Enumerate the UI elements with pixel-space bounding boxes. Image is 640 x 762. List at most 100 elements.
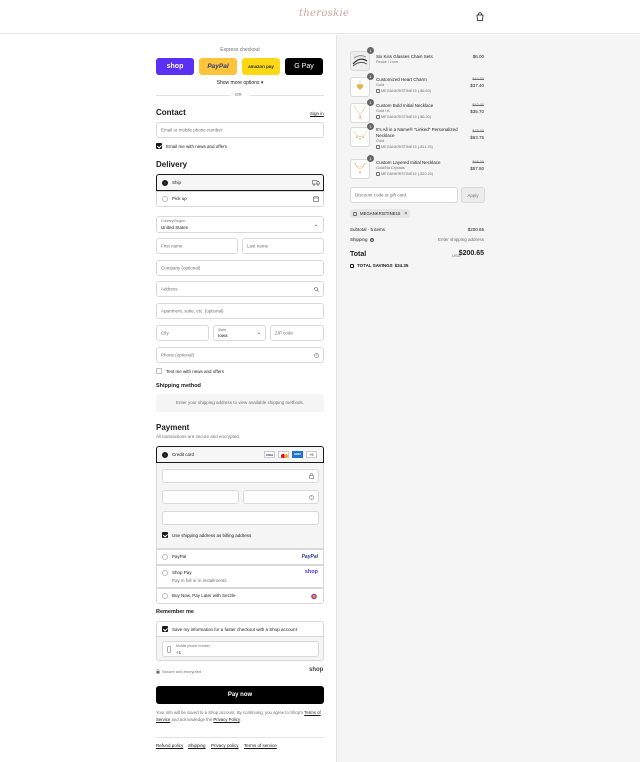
paypal-logo: PayPal — [301, 554, 318, 560]
sezzle-option[interactable]: Buy Now, Pay Later with Sezzle — [156, 588, 324, 604]
apply-button[interactable]: Apply — [461, 187, 485, 203]
discount-code-field[interactable]: Discount code or gift card — [350, 187, 458, 203]
text-news-label: Text me with news and offers — [166, 369, 224, 374]
product-thumbnail — [350, 77, 370, 97]
pickup-option[interactable]: Pick up — [156, 191, 324, 207]
svg-text:?: ? — [311, 496, 313, 500]
card-number-field[interactable] — [162, 469, 319, 483]
first-name-field[interactable]: First name — [156, 238, 238, 254]
save-info-option[interactable]: Save my information for a faster checkou… — [156, 621, 324, 637]
item-price: $35.70 — [470, 109, 484, 114]
delivery-title: Delivery — [156, 160, 188, 169]
tag-icon — [376, 145, 380, 149]
shipping-notice-text: Enter your shipping address to view avai… — [175, 400, 305, 405]
text-news-checkbox[interactable] — [156, 368, 162, 374]
credit-card-option[interactable]: Credit card VISA AMEX +5 — [156, 446, 324, 463]
first-name-placeholder: First name — [161, 243, 183, 249]
name-on-card-field[interactable] — [162, 511, 319, 525]
item-discount-text: MEGANKRISTINE15 (-$11.25) — [381, 145, 433, 149]
footer-link-terms[interactable]: Terms of service — [244, 743, 277, 748]
shop-pay-radio[interactable] — [162, 570, 168, 576]
show-more-options[interactable]: Show more options ▾ — [156, 80, 324, 86]
shipping-method-notice: Enter your shipping address to view avai… — [156, 394, 324, 412]
amazon-pay-button[interactable]: amazon pay — [242, 58, 280, 75]
item-price: $63.75 — [470, 135, 484, 140]
product-thumbnail — [350, 127, 370, 147]
ship-radio[interactable] — [162, 180, 168, 186]
expiration-field[interactable] — [162, 490, 239, 504]
shop-pay-button[interactable]: shop — [156, 58, 194, 75]
sign-in-link[interactable]: Sign in — [310, 111, 324, 116]
shop-pay-option[interactable]: Shop Pay Pay in full or in installments … — [156, 565, 324, 588]
country-select[interactable]: Country/Region United States ⌄ — [156, 216, 324, 233]
pay-now-button[interactable]: Pay now — [156, 686, 324, 704]
tag-icon — [350, 263, 354, 268]
shop-pay-label: Shop Pay — [172, 570, 192, 575]
product-thumbnail — [350, 51, 370, 71]
billing-same-checkbox[interactable] — [162, 532, 168, 538]
credit-card-radio[interactable] — [162, 452, 168, 458]
mobile-phone-field[interactable]: Mobile phone number +1 — [162, 641, 319, 657]
chevron-down-icon: ⌄ — [256, 330, 261, 336]
help-icon[interactable]: ? — [314, 353, 319, 358]
city-field[interactable]: City — [156, 325, 209, 341]
close-icon[interactable]: × — [404, 211, 407, 217]
sezzle-icon — [311, 593, 317, 600]
security-code-field[interactable]: ? — [243, 490, 319, 504]
checkout-form: Express checkout shop PayPal amazon pay … — [0, 35, 336, 762]
item-discount-text: MEGANKRISTINE15 (-$10.20) — [381, 172, 434, 176]
quantity-badge: 1 — [367, 47, 374, 54]
item-name: Six Kiss Glasses Chain Sets — [376, 54, 433, 59]
ship-label: Ship — [172, 180, 182, 185]
subtotal-value: $200.65 — [467, 227, 484, 232]
item-variant: Gold — [376, 139, 385, 143]
glasses-chain-image — [352, 55, 368, 67]
shipping-method-title: Shipping method — [156, 383, 201, 389]
tag-icon — [353, 211, 357, 216]
email-field[interactable]: Email or mobile phone number — [156, 122, 324, 138]
paypal-radio[interactable] — [162, 554, 168, 560]
help-icon[interactable]: ? — [309, 495, 314, 500]
footer-divider — [156, 737, 324, 738]
state-value: Iowa — [218, 333, 228, 338]
zip-field[interactable]: ZIP code — [270, 325, 324, 341]
item-discount-text: MEGANKRISTINE15 (-$6.30) — [381, 115, 432, 119]
lock-icon — [156, 669, 160, 674]
item-name: It's All in a Name® "Linked" Personalize… — [376, 127, 458, 138]
email-news-checkbox[interactable] — [156, 143, 162, 149]
footer-link-shipping[interactable]: Shipping — [188, 743, 206, 748]
savings-value: $34.35 — [394, 263, 409, 268]
company-field[interactable]: Company (optional) — [156, 260, 324, 276]
shipping-value: Enter shipping address — [437, 237, 484, 242]
footer-link-refund[interactable]: Refund policy — [156, 743, 183, 748]
phone-field[interactable]: Phone (optional) ? — [156, 347, 324, 363]
header: theroskie — [0, 0, 640, 34]
tag-icon — [376, 89, 380, 93]
store-logo[interactable]: theroskie — [299, 8, 349, 19]
last-name-field[interactable]: Last name — [242, 238, 324, 254]
paypal-label: PayPal — [172, 554, 187, 559]
pickup-radio[interactable] — [162, 196, 168, 202]
legal-text-3: . — [239, 716, 241, 722]
legal-text-2: and acknowledge the — [171, 716, 213, 722]
payment-subtitle: All transactions are secure and encrypte… — [156, 434, 241, 439]
google-pay-button[interactable]: G Pay — [285, 58, 323, 75]
privacy-link[interactable]: Privacy Policy — [213, 717, 239, 722]
pickup-label: Pick up — [172, 196, 187, 201]
apartment-field[interactable]: Apartment, suite, etc. (optional) — [156, 303, 324, 319]
help-icon[interactable]: ? — [369, 238, 374, 242]
country-value: United States — [161, 225, 189, 230]
ship-option[interactable]: Ship — [156, 174, 324, 191]
billing-same-label: Use shipping address as billing address — [172, 533, 252, 538]
state-select[interactable]: State Iowa ⌄ — [213, 325, 266, 341]
shopping-bag-icon[interactable] — [476, 12, 484, 21]
paypal-button[interactable]: PayPal — [199, 58, 237, 75]
item-price: $57.80 — [470, 166, 484, 171]
paypal-option[interactable]: PayPal PayPal — [156, 549, 324, 565]
save-info-checkbox[interactable] — [162, 626, 168, 632]
address-field[interactable]: Address — [156, 281, 324, 297]
footer-link-privacy[interactable]: Privacy policy — [211, 743, 239, 748]
state-label: State — [218, 328, 227, 332]
credit-card-label: Credit card — [172, 452, 195, 457]
sezzle-radio[interactable] — [162, 593, 168, 599]
